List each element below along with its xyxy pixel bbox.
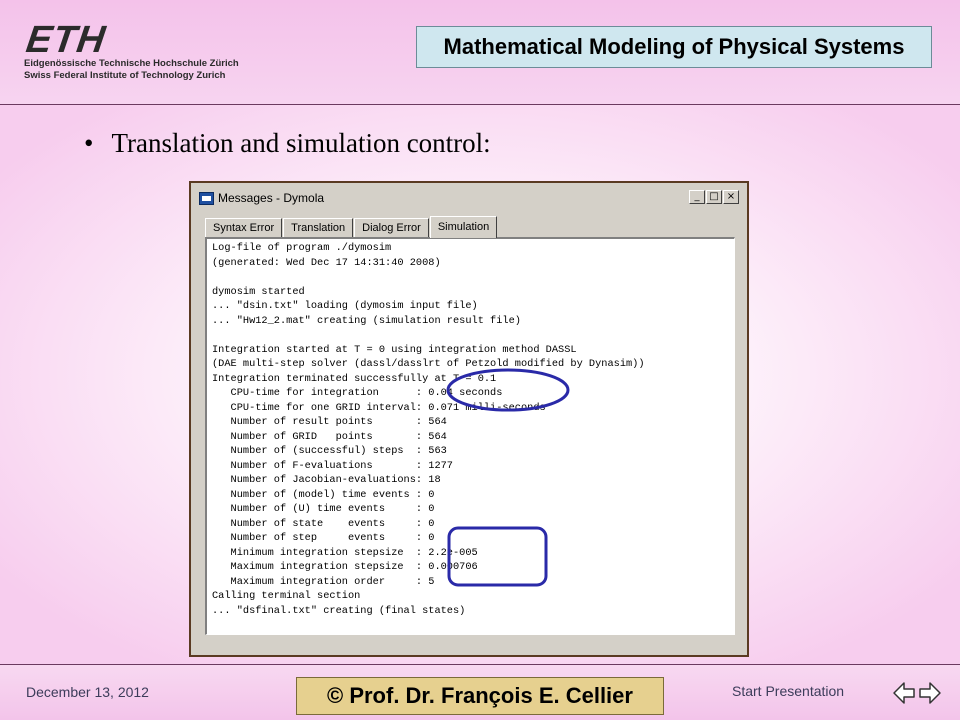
arrow-left-icon[interactable]: [892, 680, 916, 706]
log-line: Number of (U) time events : 0: [212, 503, 435, 515]
log-line: ... "dsin.txt" loading (dymosim input fi…: [212, 300, 478, 312]
tab-syntax-error[interactable]: Syntax Error: [205, 218, 283, 237]
log-line: Number of Jacobian-evaluations: 18: [212, 474, 441, 486]
window-titlebar[interactable]: Messages - Dymola _ □ ×: [195, 187, 743, 209]
log-line: Number of GRID points : 564: [212, 430, 447, 443]
log-line: Number of (model) time events : 0: [212, 488, 435, 501]
message-tabs: Syntax Error Translation Dialog Error Si…: [205, 215, 498, 238]
log-line: Number of state events : 0: [212, 517, 435, 530]
log-line: Calling terminal section: [212, 590, 361, 602]
log-line: Number of result points : 564: [212, 416, 447, 428]
log-line: Number of step events : 0: [212, 532, 435, 544]
log-line: Number of (successful) steps : 563: [212, 445, 447, 457]
footer-rule: [0, 664, 960, 665]
tab-dialog-error[interactable]: Dialog Error: [354, 218, 429, 237]
log-line: Minimum integration stepsize : 2.2e-005: [212, 546, 478, 559]
footer-date: December 13, 2012: [26, 684, 149, 700]
maximize-button[interactable]: □: [706, 190, 722, 204]
log-line: Integration started at T = 0 using integ…: [212, 343, 577, 356]
dymola-app-icon[interactable]: [199, 191, 214, 205]
log-line: Number of F-evaluations : 1277: [212, 459, 453, 472]
bullet-item: • Translation and simulation control:: [84, 128, 491, 159]
log-line: Maximum integration stepsize : 0.000706: [212, 561, 478, 573]
log-line: CPU-time for one GRID interval: 0.071 mi…: [212, 401, 546, 414]
simulation-log-text: Log-file of program ./dymosim (generated:…: [212, 241, 645, 618]
log-line: ... "dsfinal.txt" creating (final states…: [212, 604, 466, 617]
log-line: ... "Hw12_2.mat" creating (simulation re…: [212, 314, 521, 327]
slide-title: Mathematical Modeling of Physical System…: [416, 26, 932, 68]
eth-logo-mark: ETH: [23, 19, 109, 61]
log-line: Log-file of program ./dymosim: [212, 242, 392, 254]
window-title: Messages - Dymola: [218, 191, 325, 205]
log-line: (generated: Wed Dec 17 14:31:40 2008): [212, 256, 441, 269]
dymola-messages-window: Messages - Dymola _ □ × Syntax Error Tra…: [189, 181, 749, 657]
copyright-box: © Prof. Dr. François E. Cellier: [296, 677, 664, 715]
minimize-button[interactable]: _: [689, 190, 705, 204]
tab-simulation[interactable]: Simulation: [429, 216, 498, 238]
simulation-log-pane[interactable]: Log-file of program ./dymosim (generated:…: [205, 237, 735, 635]
tab-translation[interactable]: Translation: [283, 218, 354, 237]
eth-logo-line2: Swiss Federal Institute of Technology Zu…: [24, 70, 226, 81]
log-line: CPU-time for integration : 0.04 seconds: [212, 387, 503, 399]
log-line: Integration terminated successfully at T…: [212, 372, 497, 385]
bullet-symbol: •: [84, 128, 94, 158]
slide-navigation: [892, 680, 942, 706]
window-controls: _ □ ×: [689, 190, 739, 204]
log-line: (DAE multi-step solver (dassl/dasslrt of…: [212, 358, 645, 370]
log-line: dymosim started: [212, 285, 305, 298]
close-button[interactable]: ×: [723, 190, 739, 204]
start-presentation-link[interactable]: Start Presentation: [732, 683, 844, 699]
bullet-text: Translation and simulation control:: [111, 128, 491, 158]
log-line: Maximum integration order : 5: [212, 575, 435, 588]
eth-logo: ETH Eidgenössische Technische Hochschule…: [24, 19, 239, 82]
arrow-right-icon[interactable]: [918, 680, 942, 706]
header-rule: [0, 104, 960, 105]
